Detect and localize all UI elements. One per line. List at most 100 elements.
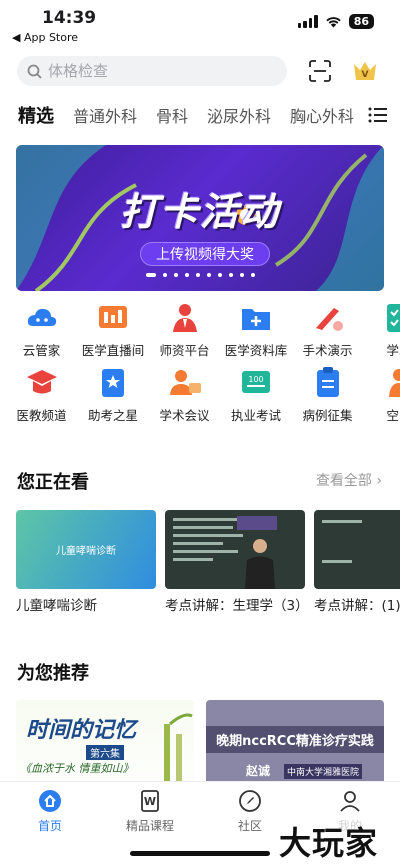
feature-icon-wrap	[95, 365, 131, 399]
video-thumbnail	[314, 510, 400, 589]
recommend-card-title: 晚期nccRCC精准诊疗实践	[206, 726, 384, 753]
svg-text:V: V	[362, 70, 369, 80]
tab-orthopedics[interactable]: 骨科	[156, 103, 188, 127]
search-bar[interactable]	[17, 56, 287, 86]
feature-icon-wrap	[24, 365, 60, 399]
tab-urology[interactable]: 泌尿外科	[207, 103, 271, 127]
pagination-dot	[173, 273, 178, 277]
feature-grid-item[interactable]: 师资平台	[151, 300, 218, 365]
feature-grid-item[interactable]: 100 执业考试	[223, 365, 290, 430]
see-all-label: 查看全部	[315, 473, 372, 489]
feature-grid-item[interactable]: 手术演示	[294, 300, 361, 365]
home-indicator[interactable]	[130, 851, 270, 856]
category-tabs: 精选 普通外科 骨科 泌尿外科 胸心外科	[0, 100, 400, 130]
feature-grid-item[interactable]: 病例征集	[294, 365, 361, 430]
back-to-app-store-link[interactable]: ◀ App Store	[12, 31, 78, 44]
pagination-dot	[206, 273, 211, 277]
feature-grid-item[interactable]: 学术	[366, 300, 400, 365]
speaker-name: 赵诚	[246, 764, 271, 778]
card-title: 考点讲解：(1)	[314, 598, 400, 614]
nav-label: 精品课程	[125, 819, 174, 833]
video-thumbnail: 儿童哮喘诊断	[16, 510, 156, 589]
feature-grid-row: 云管家 医学直播间 师资平台 医学资料库 手术演示 学术	[8, 300, 400, 365]
menu-icon[interactable]	[368, 107, 388, 123]
see-all-link[interactable]: 查看全部 ›	[316, 470, 382, 490]
battery-indicator: 86	[348, 14, 374, 29]
banner-title: 打卡活动	[119, 190, 280, 234]
pagination-dot	[217, 273, 222, 277]
live-icon	[99, 306, 127, 328]
recommend-section-title: 为您推荐	[17, 663, 89, 684]
course-icon: W	[141, 790, 159, 812]
feature-icon-wrap	[310, 365, 346, 399]
feature-grid-item[interactable]: 医学直播间	[80, 300, 147, 365]
card-title: 儿童哮喘诊断	[16, 598, 97, 614]
feature-grid-item[interactable]: 助考之星	[80, 365, 147, 430]
feature-label: 空中	[386, 408, 400, 423]
recommend-card[interactable]: 晚期nccRCC精准诊疗实践 赵诚 中南大学湘雅医院	[206, 700, 384, 781]
checklist-icon	[387, 304, 400, 332]
watching-card[interactable]: 考点讲解：生理学（3）	[165, 510, 309, 615]
feature-grid: 云管家 医学直播间 师资平台 医学资料库 手术演示 学术 医教频道 助考之星 学…	[8, 300, 400, 430]
community-icon	[239, 790, 261, 812]
feature-label: 学术会议	[159, 408, 210, 423]
search-icon	[27, 64, 42, 78]
feature-grid-row: 医教频道 助考之星 学术会议 100 执业考试 病例征集 空中	[8, 365, 400, 430]
pagination-dot	[162, 273, 167, 277]
watching-card[interactable]: 考点讲解：(1)	[314, 510, 400, 615]
watching-section-title: 您正在看	[17, 472, 89, 493]
exam-icon: 100	[242, 371, 270, 393]
feature-icon-wrap	[381, 300, 400, 334]
promo-banner[interactable]: 打卡活动 上传视频得大奖	[16, 145, 384, 291]
nav-courses[interactable]: W 精品课程	[110, 789, 190, 834]
scan-icon[interactable]	[308, 59, 332, 83]
wifi-icon	[325, 17, 341, 28]
status-time: 14:39	[42, 8, 97, 28]
watching-list: 儿童哮喘诊断 儿童哮喘诊断 考点讲解：生理学（3） 考点讲解：(1)	[16, 510, 400, 640]
recommend-card-caption: 《血浓于水 情重如山》	[20, 762, 134, 775]
vip-crown-icon[interactable]: V	[352, 59, 378, 83]
tab-cardiothoracic[interactable]: 胸心外科	[290, 103, 354, 127]
pagination-dot	[228, 273, 233, 277]
feature-label: 师资平台	[159, 343, 210, 358]
recommend-list: 时间的记忆 第六集 《血浓于水 情重如山》 晚期nccRCC精准诊疗实践 赵诚 …	[16, 700, 400, 781]
feature-grid-item[interactable]: 云管家	[8, 300, 75, 365]
folder-icon	[242, 309, 270, 330]
banner-subtitle: 上传视频得大奖	[140, 242, 270, 266]
nav-home[interactable]: 首页	[10, 789, 90, 834]
thumbnail-caption: 儿童哮喘诊断	[56, 546, 116, 557]
pagination-dot	[239, 273, 244, 277]
pagination-dot	[250, 273, 255, 277]
clipboard-icon	[316, 367, 339, 397]
feature-label: 医教频道	[16, 408, 67, 423]
app-header: V 精选 普通外科 骨科 泌尿外科 胸心外科	[0, 46, 400, 136]
feature-grid-item[interactable]: 空中	[366, 365, 400, 430]
pagination-dot	[184, 273, 189, 277]
signal-icon	[297, 15, 318, 28]
watching-card[interactable]: 儿童哮喘诊断 儿童哮喘诊断	[16, 510, 156, 615]
banner-pagination	[16, 273, 384, 277]
feature-icon-wrap	[95, 300, 131, 334]
chevron-right-icon: ›	[376, 473, 382, 489]
search-input[interactable]	[48, 62, 248, 80]
feature-icon-wrap	[24, 300, 60, 334]
episode-tag: 第六集	[86, 745, 124, 760]
feature-icon-wrap: 100	[238, 365, 274, 399]
card-title: 考点讲解：生理学（3）	[165, 598, 309, 614]
recommend-card[interactable]: 时间的记忆 第六集 《血浓于水 情重如山》	[16, 700, 194, 781]
feature-label: 医学直播间	[81, 343, 145, 358]
pagination-dot	[195, 273, 200, 277]
watermark-logo: 大玩家	[276, 818, 382, 864]
feature-grid-item[interactable]: 医学资料库	[223, 300, 290, 365]
lecture-slide	[322, 520, 362, 563]
feature-icon-wrap	[381, 365, 400, 399]
star-book-icon	[102, 369, 124, 397]
feature-grid-item[interactable]: 学术会议	[151, 365, 218, 430]
tab-featured[interactable]: 精选	[18, 102, 54, 128]
feature-grid-item[interactable]: 医教频道	[8, 365, 75, 430]
tab-general-surgery[interactable]: 普通外科	[73, 103, 137, 127]
feature-label: 学术	[386, 343, 400, 358]
status-bar: 14:39 ◀ App Store 86	[0, 0, 400, 46]
hospital-name: 中南大学湘雅医院	[284, 764, 363, 779]
feature-icon-wrap	[310, 300, 346, 334]
